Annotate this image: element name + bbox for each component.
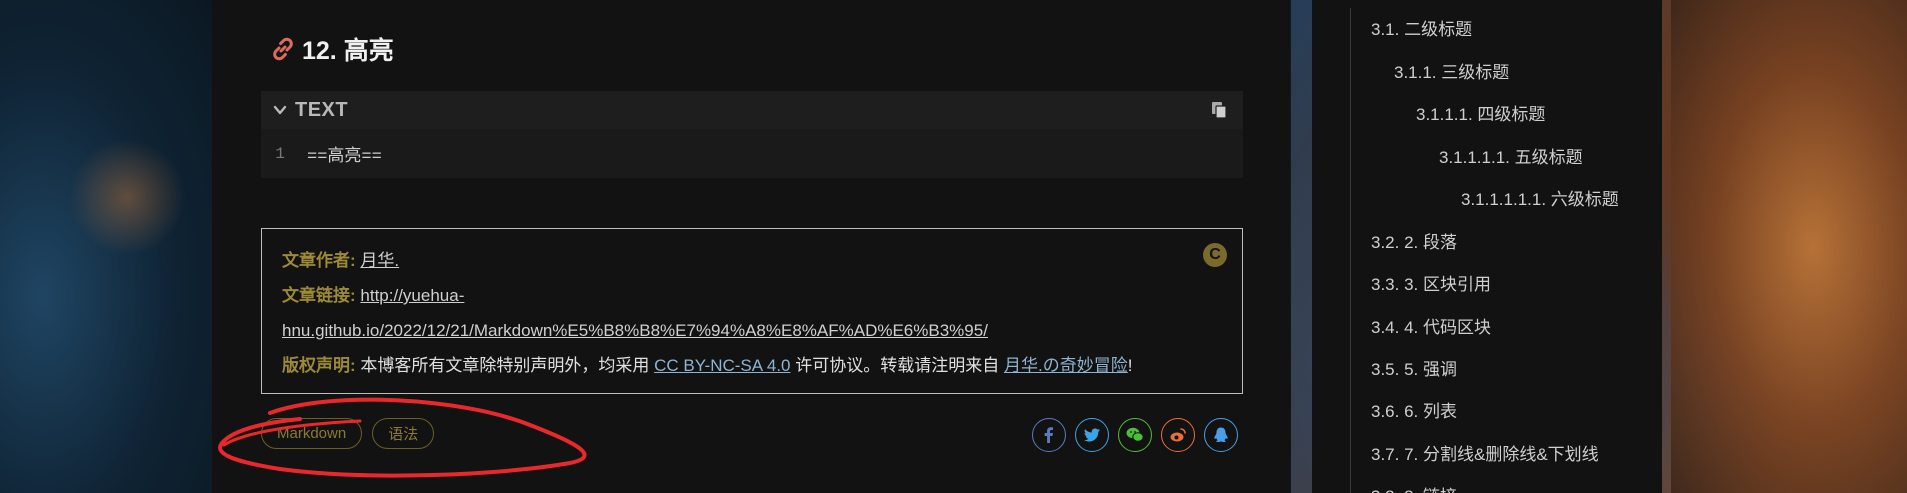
article-link-row: 文章链接: http://yuehua- — [282, 278, 1222, 313]
code-line: 1 ==高亮== — [261, 129, 1243, 178]
copyright-box: 文章作者: 月华. 文章链接: http://yuehua- hnu.githu… — [261, 228, 1243, 394]
facebook-icon — [1044, 427, 1053, 443]
copyright-badge-icon: C — [1203, 243, 1227, 267]
toc-item[interactable]: 3.1.1.1.1. 五级标题 — [1439, 143, 1583, 168]
toc-item[interactable]: 3.4. 4. 代码区块 — [1371, 313, 1491, 338]
code-language-label: TEXT — [295, 98, 349, 121]
toc-item[interactable]: 3.5. 5. 强调 — [1371, 355, 1457, 380]
author-link[interactable]: 月华. — [360, 251, 399, 270]
article-link-row-2: hnu.github.io/2022/12/21/Markdown%E5%B8%… — [282, 313, 1222, 348]
tag-markdown[interactable]: Markdown — [261, 418, 363, 449]
article-link-part2[interactable]: hnu.github.io/2022/12/21/Markdown%E5%B8%… — [282, 321, 988, 340]
article-link-part1[interactable]: http://yuehua- — [360, 286, 464, 305]
wechat-icon — [1126, 427, 1144, 442]
license-row: 版权声明: 本博客所有文章除特别声明外，均采用 CC BY-NC-SA 4.0 … — [282, 348, 1222, 383]
author-row: 文章作者: 月华. — [282, 243, 1222, 278]
copy-icon[interactable] — [1209, 100, 1229, 120]
qq-icon — [1214, 427, 1228, 443]
qq-share-button[interactable] — [1204, 418, 1238, 452]
tag-syntax[interactable]: 语法 — [372, 418, 435, 449]
author-label: 文章作者: — [282, 251, 356, 270]
line-number: 1 — [275, 144, 285, 163]
weibo-icon — [1170, 428, 1186, 442]
toc-item[interactable]: 3.1.1. 三级标题 — [1394, 58, 1509, 83]
site-link[interactable]: 月华.の奇妙冒险 — [1004, 356, 1128, 375]
toc-item[interactable]: 3.1.1.1. 四级标题 — [1416, 100, 1545, 125]
toc-item[interactable]: 3.8. 8. 链接 — [1371, 482, 1457, 493]
wechat-share-button[interactable] — [1118, 418, 1152, 452]
license-text-3: ! — [1127, 356, 1133, 375]
code-content: ==高亮== — [307, 147, 382, 167]
section-heading: 12. 高亮 — [268, 32, 394, 66]
share-buttons — [1032, 418, 1238, 452]
toc-divider — [1350, 8, 1351, 493]
code-block: TEXT 1 ==高亮== — [261, 91, 1243, 178]
weibo-share-button[interactable] — [1161, 418, 1195, 452]
license-text-2: 许可协议。转载请注明来自 — [795, 356, 1000, 375]
heading-title: 12. 高亮 — [302, 37, 394, 65]
toc-item[interactable]: 3.7. 7. 分割线&删除线&下划线 — [1371, 440, 1599, 465]
license-label: 版权声明: — [282, 356, 356, 375]
facebook-share-button[interactable] — [1032, 418, 1066, 452]
toc-item[interactable]: 3.2. 2. 段落 — [1371, 228, 1457, 253]
license-link[interactable]: CC BY-NC-SA 4.0 — [654, 356, 790, 375]
article-link-label: 文章链接: — [282, 286, 356, 305]
toc-item[interactable]: 3.1.1.1.1.1. 六级标题 — [1461, 185, 1619, 210]
background-left — [0, 0, 212, 493]
tag-list: Markdown 语法 — [261, 418, 435, 449]
code-block-header[interactable]: TEXT — [261, 91, 1243, 129]
toc-item[interactable]: 3.1. 二级标题 — [1371, 15, 1472, 40]
twitter-icon — [1084, 428, 1100, 442]
toc-item[interactable]: 3.3. 3. 区块引用 — [1371, 270, 1491, 295]
toc-panel: 3.1. 二级标题 3.1.1. 三级标题 3.1.1.1. 四级标题 3.1.… — [1312, 0, 1662, 493]
twitter-share-button[interactable] — [1075, 418, 1109, 452]
license-text-1: 本博客所有文章除特别声明外，均采用 — [360, 356, 650, 375]
toc-item[interactable]: 3.6. 6. 列表 — [1371, 397, 1457, 422]
chevron-down-icon[interactable] — [273, 103, 287, 117]
link-icon[interactable] — [268, 34, 298, 64]
